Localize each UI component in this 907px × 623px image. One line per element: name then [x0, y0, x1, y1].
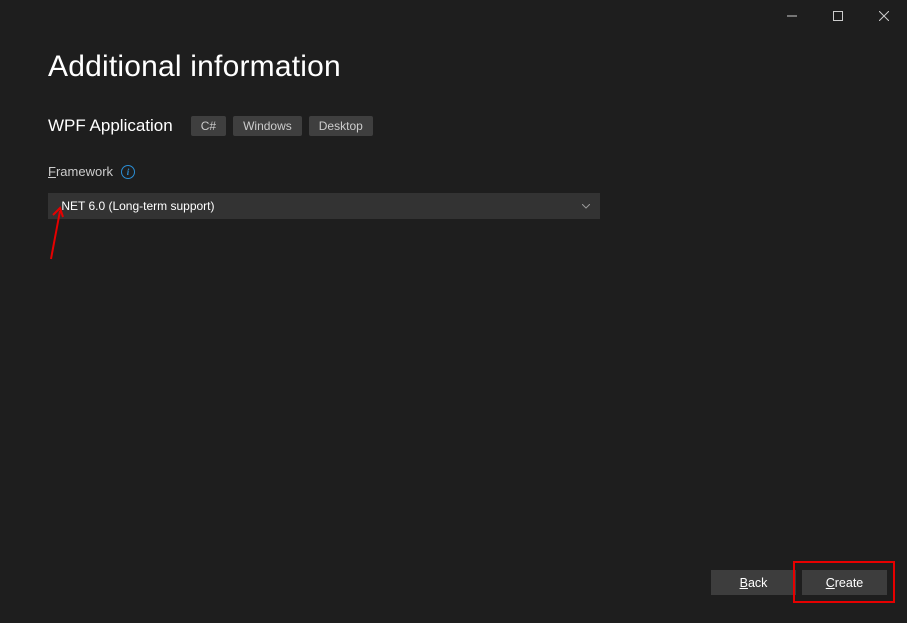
chevron-down-icon — [582, 204, 590, 209]
page-title: Additional information — [48, 50, 859, 84]
minimize-button[interactable] — [769, 0, 815, 32]
template-row: WPF Application C# Windows Desktop — [48, 116, 859, 136]
content-area: Additional information WPF Application C… — [0, 32, 907, 219]
tag-windows: Windows — [233, 116, 302, 136]
close-icon — [879, 11, 889, 21]
back-button[interactable]: Back — [711, 570, 796, 595]
tag-csharp: C# — [191, 116, 226, 136]
titlebar — [0, 0, 907, 32]
minimize-icon — [787, 11, 797, 21]
maximize-icon — [833, 11, 843, 21]
titlebar-buttons — [769, 0, 907, 32]
create-button[interactable]: Create — [802, 570, 887, 595]
tags: C# Windows Desktop — [191, 116, 373, 136]
framework-label: Framework — [48, 164, 113, 179]
framework-label-row: Framework i — [48, 164, 859, 179]
framework-selected: .NET 6.0 (Long-term support) — [58, 199, 215, 213]
info-icon[interactable]: i — [121, 165, 135, 179]
tag-desktop: Desktop — [309, 116, 373, 136]
framework-dropdown[interactable]: .NET 6.0 (Long-term support) — [48, 193, 600, 219]
maximize-button[interactable] — [815, 0, 861, 32]
template-name: WPF Application — [48, 116, 173, 136]
footer: Back Create — [711, 570, 887, 595]
close-button[interactable] — [861, 0, 907, 32]
